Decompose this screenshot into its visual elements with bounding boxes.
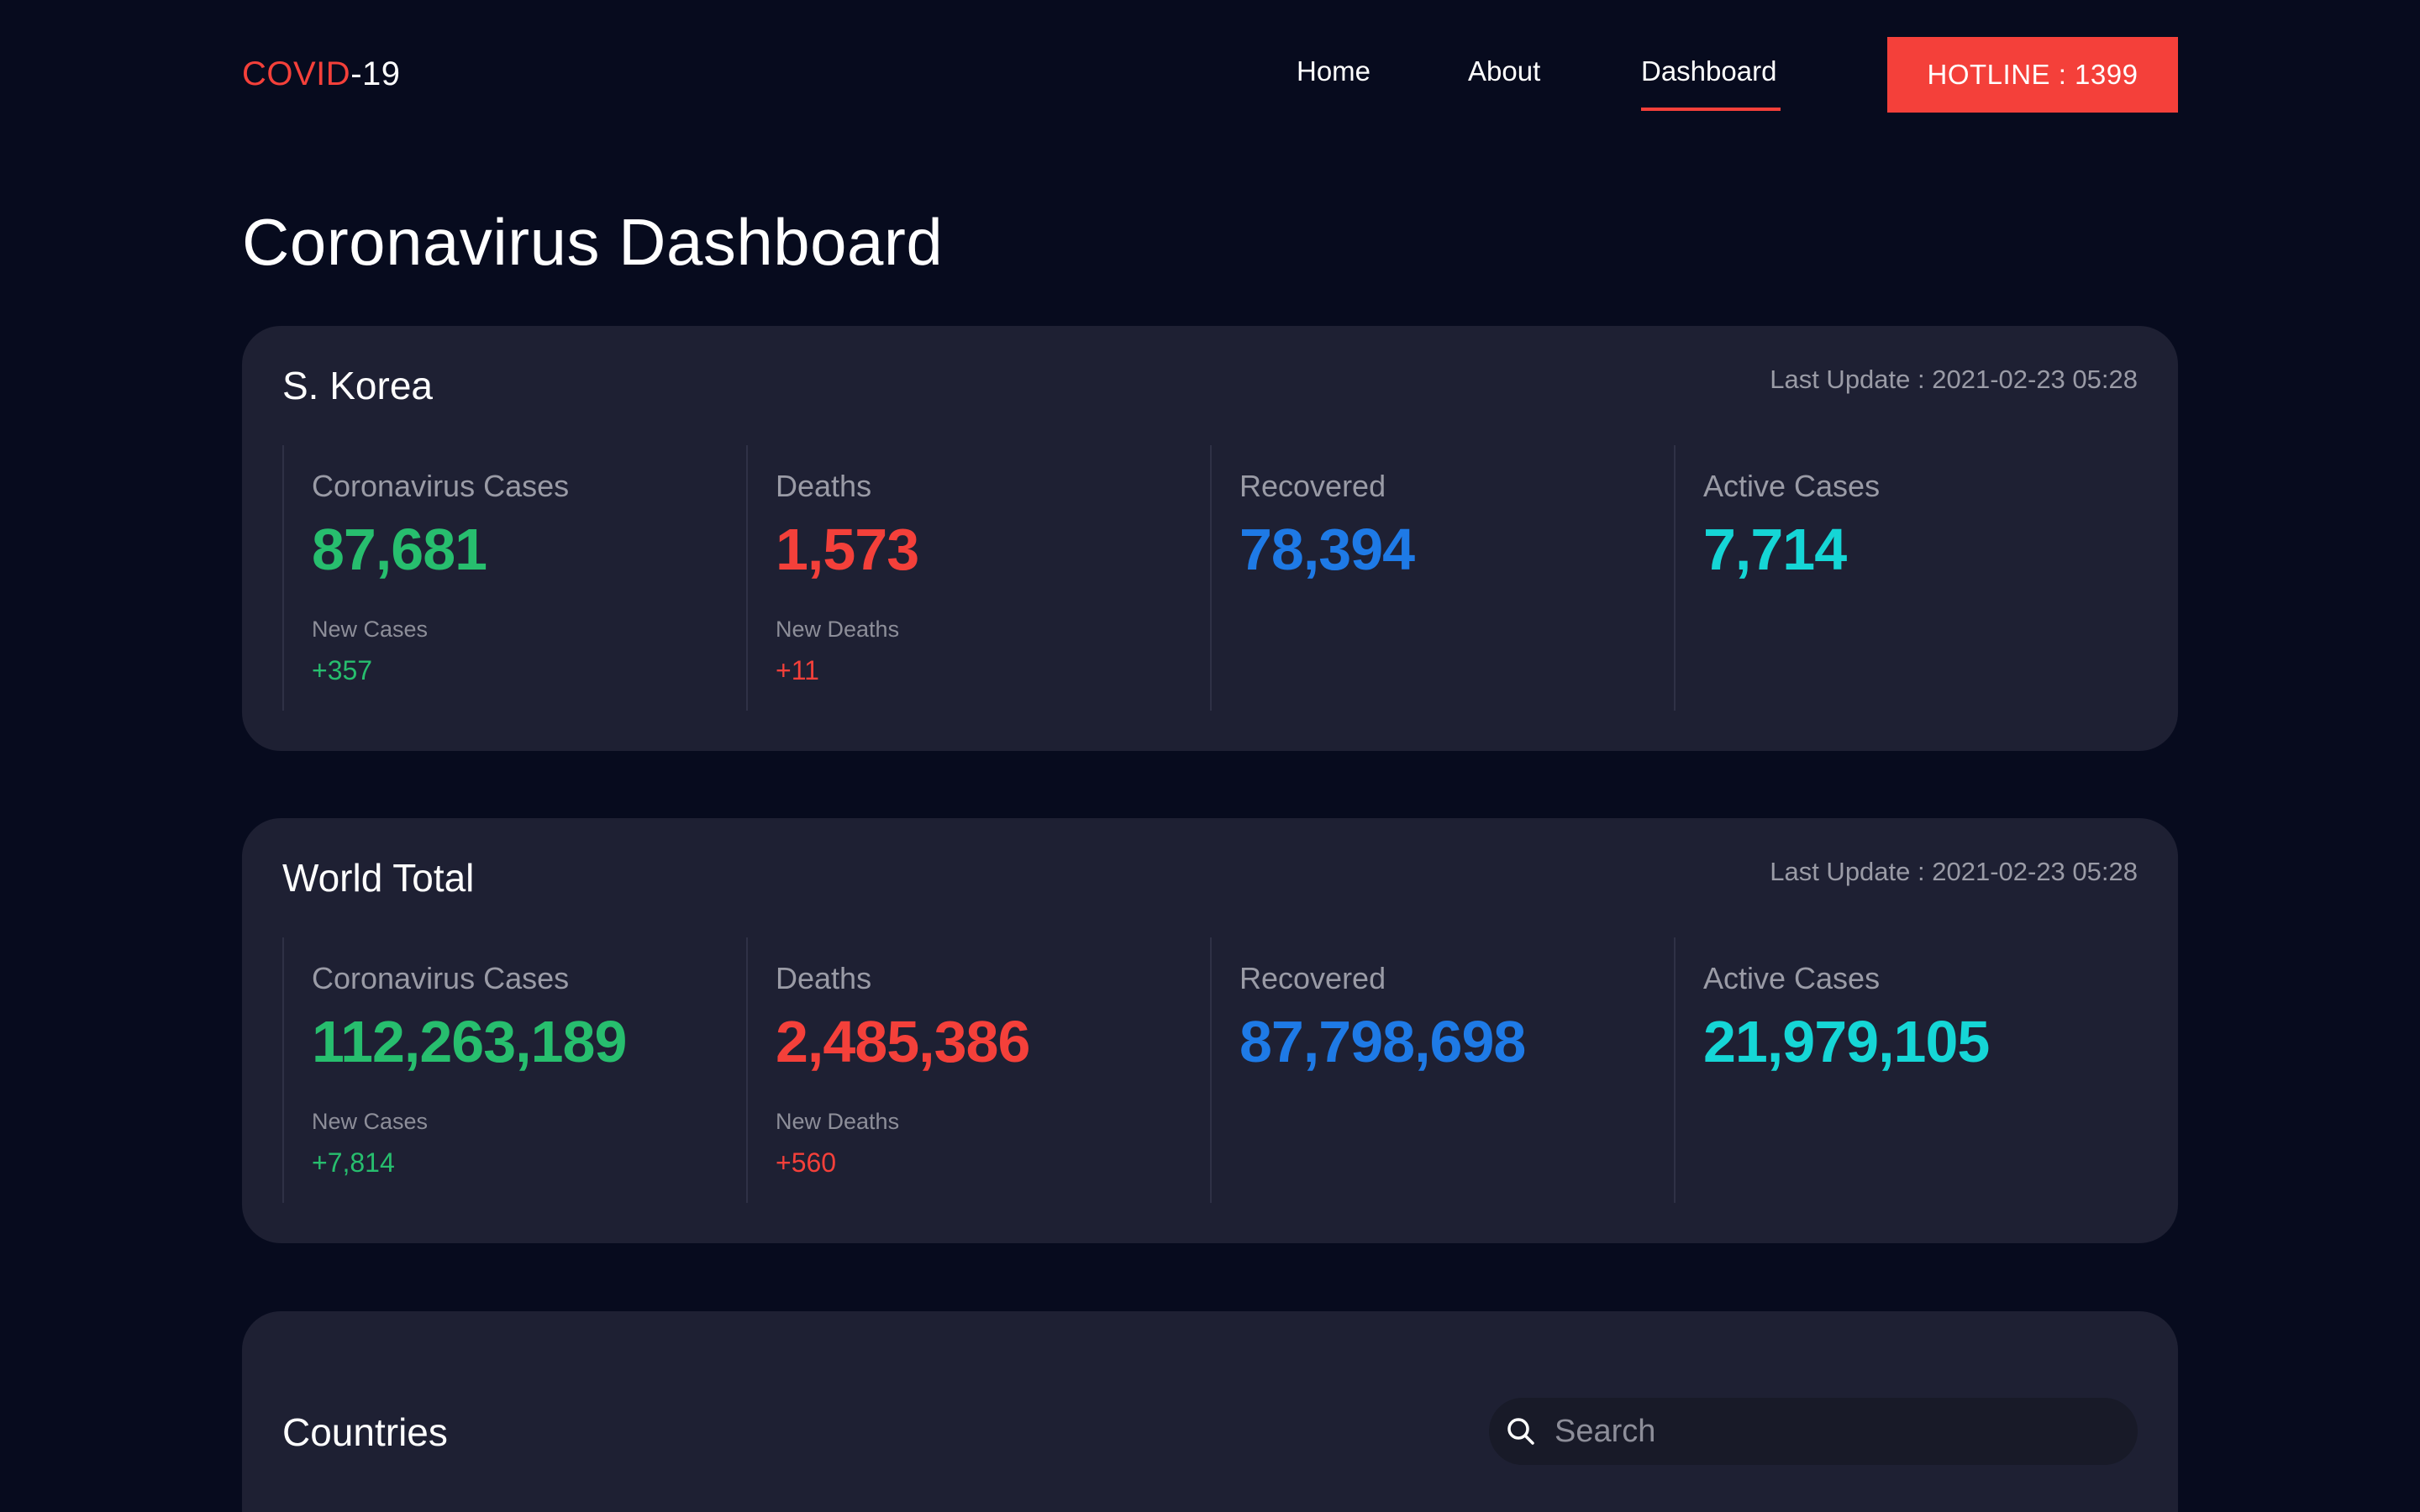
dashboard-page: COVID-19 Home About Dashboard HOTLINE : … [0,0,2420,1512]
stat-sub-value: +357 [312,655,373,685]
stat-label: Deaths [776,961,872,995]
korea-stats-card: S. Korea Last Update : 2021-02-23 05:28 … [242,326,2178,751]
stat-value: 1,573 [776,517,919,582]
search-input[interactable] [1555,1398,2118,1465]
stat-sub-label: New Cases [312,617,429,642]
stat-active: Active Cases 7,714 [1674,445,2139,711]
stat-label: Active Cases [1703,469,1881,503]
card-title: World Total [282,856,475,900]
stat-value: 21,979,105 [1703,1009,1990,1074]
active-nav-underline [1641,108,1781,111]
stat-deaths: Deaths 1,573 New Deaths +11 [746,445,1212,711]
stat-recovered: Recovered 87,798,698 [1210,937,1676,1203]
stat-sub-value: +7,814 [312,1147,395,1178]
stat-value: 87,798,698 [1239,1009,1526,1074]
stat-value: 78,394 [1239,517,1415,582]
stat-label: Coronavirus Cases [312,469,570,503]
stat-recovered: Recovered 78,394 [1210,445,1676,711]
stat-deaths: Deaths 2,485,386 New Deaths +560 [746,937,1212,1203]
logo-19-text: -19 [350,55,401,92]
stat-label: Deaths [776,469,872,503]
stat-value: 2,485,386 [776,1009,1030,1074]
search-box[interactable] [1489,1398,2138,1465]
stat-label: Recovered [1239,469,1386,503]
card-title: S. Korea [282,364,433,407]
stat-value: 112,263,189 [312,1009,627,1074]
stat-value: 87,681 [312,517,487,582]
stat-cases: Coronavirus Cases 112,263,189 New Cases … [282,937,748,1203]
stat-cases: Coronavirus Cases 87,681 New Cases +357 [282,445,748,711]
stat-value: 7,714 [1703,517,1847,582]
search-icon [1507,1418,1534,1445]
page-title: Coronavirus Dashboard [242,205,944,279]
stat-sub-value: +560 [776,1147,837,1178]
logo-covid-text: COVID [242,55,351,92]
hotline-button[interactable]: HOTLINE : 1399 [1887,37,2178,113]
stat-label: Recovered [1239,961,1386,995]
nav-home-link[interactable]: Home [1297,55,1370,87]
stat-sub-label: New Cases [312,1109,429,1134]
countries-title: Countries [282,1410,448,1454]
last-update-text: Last Update : 2021-02-23 05:28 [1770,857,2138,886]
nav-about-link[interactable]: About [1468,55,1540,87]
stat-active: Active Cases 21,979,105 [1674,937,2139,1203]
last-update-text: Last Update : 2021-02-23 05:28 [1770,365,2138,394]
top-navbar: COVID-19 Home About Dashboard HOTLINE : … [242,37,2178,113]
stat-label: Coronavirus Cases [312,961,570,995]
logo[interactable]: COVID-19 [242,55,401,93]
stat-sub-label: New Deaths [776,617,900,642]
world-stats-card: World Total Last Update : 2021-02-23 05:… [242,818,2178,1243]
nav-dashboard-link[interactable]: Dashboard [1641,55,1776,87]
stat-sub-value: +11 [776,655,819,685]
stat-label: Active Cases [1703,961,1881,995]
countries-card: Countries [242,1311,2178,1512]
stat-sub-label: New Deaths [776,1109,900,1134]
